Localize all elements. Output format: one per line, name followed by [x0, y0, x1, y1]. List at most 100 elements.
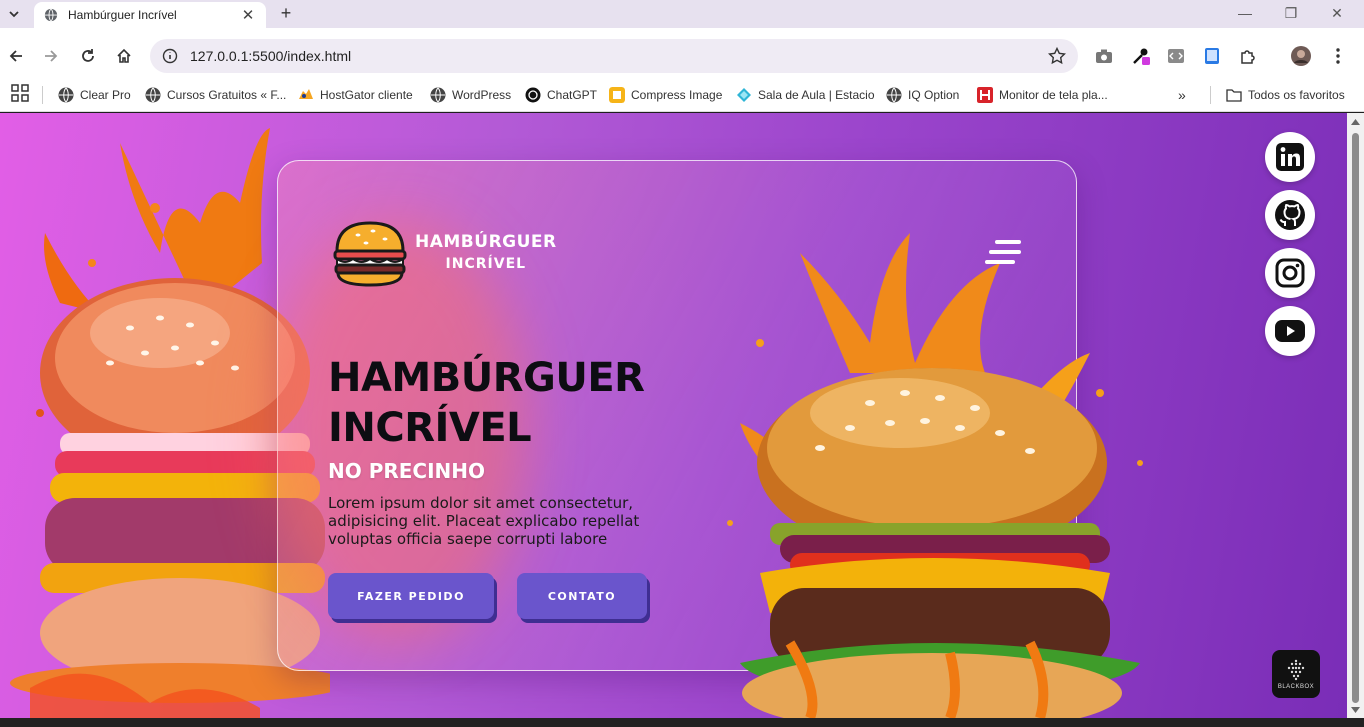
bookmark-star-icon[interactable]: [1048, 47, 1066, 65]
site-info-icon[interactable]: [162, 48, 178, 64]
arrow-right-icon: [45, 50, 58, 62]
logo-text: HAMBÚRGUER INCRÍVEL: [415, 231, 557, 275]
burger-logo-icon: [333, 221, 407, 287]
hostgator-icon: [299, 89, 313, 99]
scroll-down-arrow-icon[interactable]: [1351, 707, 1360, 713]
bookmark-label: Sala de Aula | Estacio: [758, 88, 875, 102]
device-extension[interactable]: [1201, 45, 1223, 67]
blackbox-widget[interactable]: BLACKBOX: [1272, 650, 1320, 698]
all-bookmarks-folder[interactable]: Todos os favoritos: [1226, 84, 1345, 106]
vertical-scrollbar[interactable]: [1347, 113, 1364, 718]
bookmark-label: IQ Option: [908, 88, 960, 102]
url-text[interactable]: 127.0.0.1:5500/index.html: [190, 48, 1048, 64]
restore-button[interactable]: ❐: [1276, 3, 1306, 23]
bookmark-label: Monitor de tela pla...: [999, 88, 1108, 102]
puzzle-icon: [1241, 50, 1255, 64]
profile-avatar[interactable]: [1290, 45, 1312, 67]
bookmarks-overflow-button[interactable]: »: [1178, 84, 1186, 106]
monitor-icon: [977, 87, 993, 103]
globe-icon: [430, 87, 446, 103]
home-button[interactable]: [113, 45, 135, 67]
scroll-up-arrow-icon[interactable]: [1351, 119, 1360, 125]
reload-icon: [82, 49, 94, 62]
browser-toolbar: 127.0.0.1:5500/index.html: [0, 28, 1364, 84]
eyedropper-icon: [1133, 48, 1150, 65]
bookmark-label: Cursos Gratuitos « F...: [167, 88, 287, 102]
tablet-icon: [1205, 48, 1219, 64]
forward-button[interactable]: [40, 45, 62, 67]
menu-icon[interactable]: [983, 239, 1023, 265]
estacio-icon: [737, 88, 751, 102]
globe-icon: [886, 87, 902, 103]
youtube-link[interactable]: [1265, 306, 1315, 356]
bookmarks-divider: [1210, 86, 1211, 104]
hero-description: Lorem ipsum dolor sit amet consectetur, …: [328, 494, 640, 548]
home-icon: [117, 48, 131, 63]
kebab-menu-icon: [1336, 48, 1340, 64]
folder-icon: [1226, 89, 1242, 102]
chevron-down-icon: [9, 10, 19, 17]
hero-title-line1: HAMBÚRGUER: [328, 355, 645, 401]
hero-subtitle: NO PRECINHO: [328, 459, 486, 483]
bookmark-label: Todos os favoritos: [1248, 88, 1345, 102]
instagram-link[interactable]: [1265, 248, 1315, 298]
arrow-left-icon: [9, 50, 22, 62]
bookmark-wordpress[interactable]: WordPress: [430, 84, 511, 106]
bookmark-label: Compress Image: [631, 88, 723, 102]
bookmark-clear-pro[interactable]: Clear Pro: [58, 84, 131, 106]
tab-title: Hambúrguer Incrível: [68, 8, 177, 22]
burger-illustration-right: [727, 233, 1143, 718]
compress-image-icon: [609, 87, 625, 103]
hero-title-line2: INCRÍVEL: [328, 405, 532, 451]
close-window-button[interactable]: ✕: [1322, 3, 1352, 23]
tab-search-button[interactable]: [4, 4, 24, 24]
chatgpt-icon: [525, 87, 541, 103]
blackbox-logo-icon: [1287, 659, 1305, 680]
bookmark-chatgpt[interactable]: ChatGPT: [525, 84, 597, 106]
bookmark-cursos-gratuitos[interactable]: Cursos Gratuitos « F...: [145, 84, 286, 106]
bookmark-compress-image[interactable]: Compress Image: [609, 84, 722, 106]
site-logo[interactable]: HAMBÚRGUER INCRÍVEL: [333, 219, 557, 287]
github-link[interactable]: [1265, 190, 1315, 240]
back-button[interactable]: [5, 45, 27, 67]
code-icon: [1168, 49, 1184, 63]
camera-icon: [1096, 49, 1112, 63]
screenshot-extension[interactable]: [1093, 45, 1115, 67]
bookmarks-bar: Clear Pro Cursos Gratuitos « F... HostGa…: [0, 78, 1364, 112]
bookmark-monitor[interactable]: Monitor de tela pla...: [977, 84, 1108, 106]
close-tab-icon[interactable]: ✕: [240, 6, 256, 24]
blackbox-label: BLACKBOX: [1277, 683, 1315, 690]
new-tab-button[interactable]: +: [276, 2, 296, 24]
bookmark-label: Clear Pro: [80, 88, 131, 102]
page-viewport: HAMBÚRGUER INCRÍVEL HAMBÚRGUER INCRÍVEL …: [0, 113, 1347, 718]
extensions-button[interactable]: [1237, 45, 1259, 67]
tab-strip: Hambúrguer Incrível ✕ + — ❐ ✕: [0, 0, 1364, 28]
minimize-button[interactable]: —: [1230, 3, 1260, 23]
youtube-icon: [1275, 320, 1305, 342]
apps-grid-icon[interactable]: [11, 84, 29, 102]
linkedin-link[interactable]: [1265, 132, 1315, 182]
scroll-thumb[interactable]: [1352, 133, 1359, 703]
order-button[interactable]: FAZER PEDIDO: [328, 573, 494, 619]
bookmark-label: ChatGPT: [547, 88, 598, 102]
bookmark-iq-option[interactable]: IQ Option: [886, 84, 959, 106]
code-extension[interactable]: [1165, 45, 1187, 67]
globe-icon: [44, 8, 58, 22]
linkedin-icon: [1276, 143, 1304, 171]
avatar-icon: [1291, 46, 1311, 66]
globe-icon: [145, 87, 161, 103]
hero-title: HAMBÚRGUER INCRÍVEL: [328, 353, 645, 453]
eyedropper-extension[interactable]: [1130, 45, 1152, 67]
double-chevron-right-icon: »: [1178, 87, 1186, 103]
reload-button[interactable]: [77, 45, 99, 67]
browser-menu-button[interactable]: [1327, 45, 1349, 67]
instagram-icon: [1275, 258, 1305, 288]
active-tab[interactable]: Hambúrguer Incrível ✕: [34, 2, 266, 28]
bookmark-estacio[interactable]: Sala de Aula | Estacio: [736, 84, 875, 106]
bookmark-label: HostGator cliente: [320, 88, 413, 102]
bookmark-hostgator[interactable]: HostGator cliente: [298, 84, 413, 106]
address-bar[interactable]: 127.0.0.1:5500/index.html: [150, 39, 1078, 73]
contact-button[interactable]: CONTATO: [517, 573, 647, 619]
bookmark-label: WordPress: [452, 88, 512, 102]
logo-line2: INCRÍVEL: [445, 256, 527, 272]
